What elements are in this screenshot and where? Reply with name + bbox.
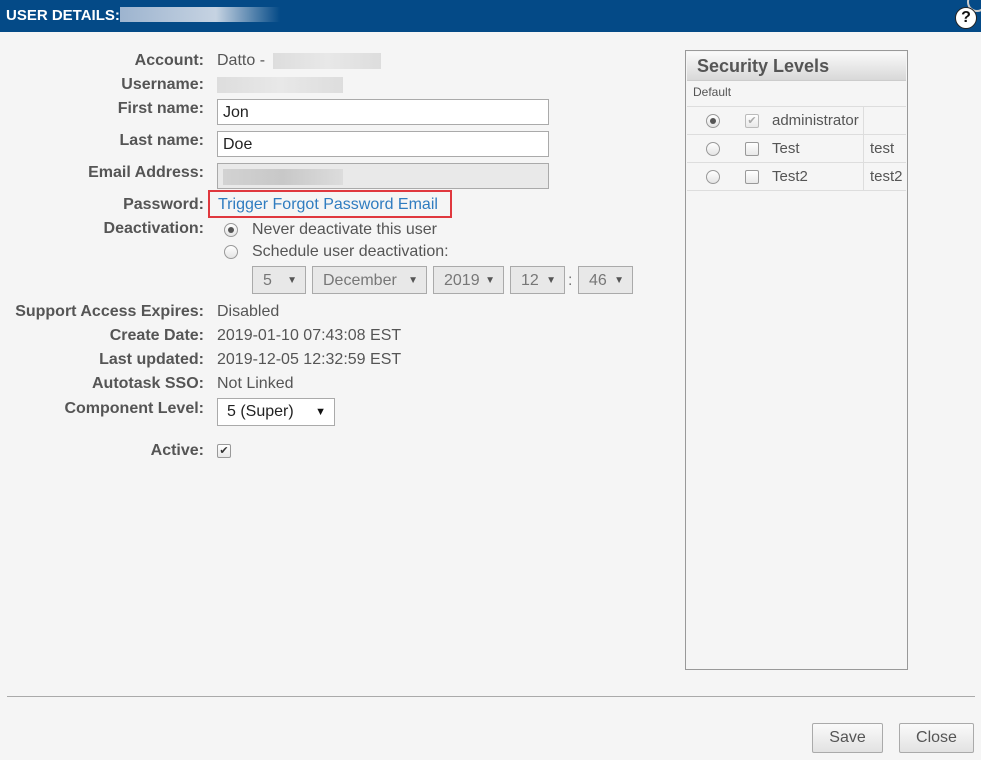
last-name-input[interactable]: Doe (217, 131, 549, 157)
support-access-label: Support Access Expires: (15, 303, 204, 320)
deactivation-day-select[interactable]: 5 ▼ (252, 266, 306, 294)
help-icon[interactable]: ? (955, 7, 977, 29)
dialog-titlebar: USER DETAILS: ? (0, 0, 981, 32)
default-level-radio[interactable] (706, 170, 720, 184)
password-label: Password: (123, 196, 204, 213)
chevron-down-icon: ▼ (546, 275, 556, 286)
security-level-name: Test2 (772, 168, 808, 185)
redacted-email (223, 168, 343, 185)
deactivation-minute-select[interactable]: 46 ▼ (578, 266, 633, 294)
chevron-down-icon: ▼ (287, 275, 297, 286)
trigger-forgot-password-link[interactable]: Trigger Forgot Password Email (218, 196, 438, 214)
support-access-value: Disabled (217, 303, 280, 320)
username-value (217, 76, 343, 94)
deactivation-minute-value: 46 (589, 272, 607, 289)
never-deactivate-radio[interactable] (224, 223, 238, 237)
deactivation-month-value: December (323, 272, 397, 289)
deactivation-month-select[interactable]: December ▼ (312, 266, 427, 294)
component-level-select[interactable]: 5 (Super) ▼ (217, 398, 335, 426)
deactivation-label: Deactivation: (103, 220, 204, 237)
security-level-alias: test (870, 140, 895, 157)
chevron-down-icon: ▼ (315, 406, 326, 418)
security-level-row: ✔ administrator (687, 106, 906, 134)
autotask-sso-value: Not Linked (217, 375, 294, 392)
security-level-checkbox[interactable] (745, 142, 759, 156)
redacted-username (217, 76, 343, 93)
footer-divider (7, 696, 975, 697)
security-level-name: Test (772, 140, 800, 157)
redacted-title-name (120, 7, 280, 22)
dialog-title: USER DETAILS: (6, 7, 120, 24)
security-level-alias: test2 (870, 168, 903, 185)
deactivation-hour-value: 12 (521, 272, 539, 289)
username-label: Username: (121, 76, 204, 93)
first-name-label: First name: (117, 100, 204, 117)
redacted-account-name (273, 52, 382, 69)
column-divider (863, 107, 864, 134)
last-updated-value: 2019-12-05 12:32:59 EST (217, 351, 402, 368)
schedule-deactivation-text: Schedule user deactivation: (252, 243, 449, 260)
account-label: Account: (134, 52, 204, 69)
default-level-radio[interactable] (706, 114, 720, 128)
chevron-down-icon: ▼ (614, 275, 624, 286)
first-name-input[interactable]: Jon (217, 99, 549, 125)
never-deactivate-text: Never deactivate this user (252, 221, 437, 238)
security-levels-panel: Security Levels Default ✔ administrator … (685, 50, 908, 670)
default-column-header: Default (693, 85, 732, 99)
account-value-text: Datto - (217, 52, 266, 69)
autotask-sso-label: Autotask SSO: (91, 375, 204, 392)
default-level-radio[interactable] (706, 142, 720, 156)
create-date-value: 2019-01-10 07:43:08 EST (217, 327, 402, 344)
active-label: Active: (150, 442, 204, 459)
security-level-checkbox[interactable]: ✔ (745, 114, 759, 128)
deactivation-hour-select[interactable]: 12 ▼ (510, 266, 565, 294)
last-name-label: Last name: (119, 132, 204, 149)
security-level-row: Test test (687, 134, 906, 162)
email-label: Email Address: (88, 164, 204, 181)
security-level-checkbox[interactable] (745, 170, 759, 184)
deactivation-day-value: 5 (263, 272, 272, 289)
last-updated-label: Last updated: (99, 351, 204, 368)
security-level-row: Test2 test2 (687, 162, 906, 191)
active-checkbox[interactable]: ✔ (217, 444, 231, 458)
email-input (217, 163, 549, 189)
close-button[interactable]: Close (899, 723, 974, 753)
account-value: Datto - (217, 52, 382, 70)
security-levels-title: Security Levels (697, 56, 830, 76)
security-levels-header: Security Levels (687, 52, 906, 81)
security-level-name: administrator (772, 112, 859, 129)
chevron-down-icon: ▼ (485, 275, 495, 286)
column-divider (863, 163, 864, 190)
column-divider (863, 135, 864, 162)
component-level-value: 5 (Super) (227, 403, 294, 420)
deactivation-year-value: 2019 (444, 272, 480, 289)
create-date-label: Create Date: (109, 327, 204, 344)
time-separator: : (568, 272, 573, 289)
save-button[interactable]: Save (812, 723, 883, 753)
deactivation-year-select[interactable]: 2019 ▼ (433, 266, 504, 294)
component-level-label: Component Level: (64, 400, 204, 417)
chevron-down-icon: ▼ (408, 275, 418, 286)
schedule-deactivation-radio[interactable] (224, 245, 238, 259)
